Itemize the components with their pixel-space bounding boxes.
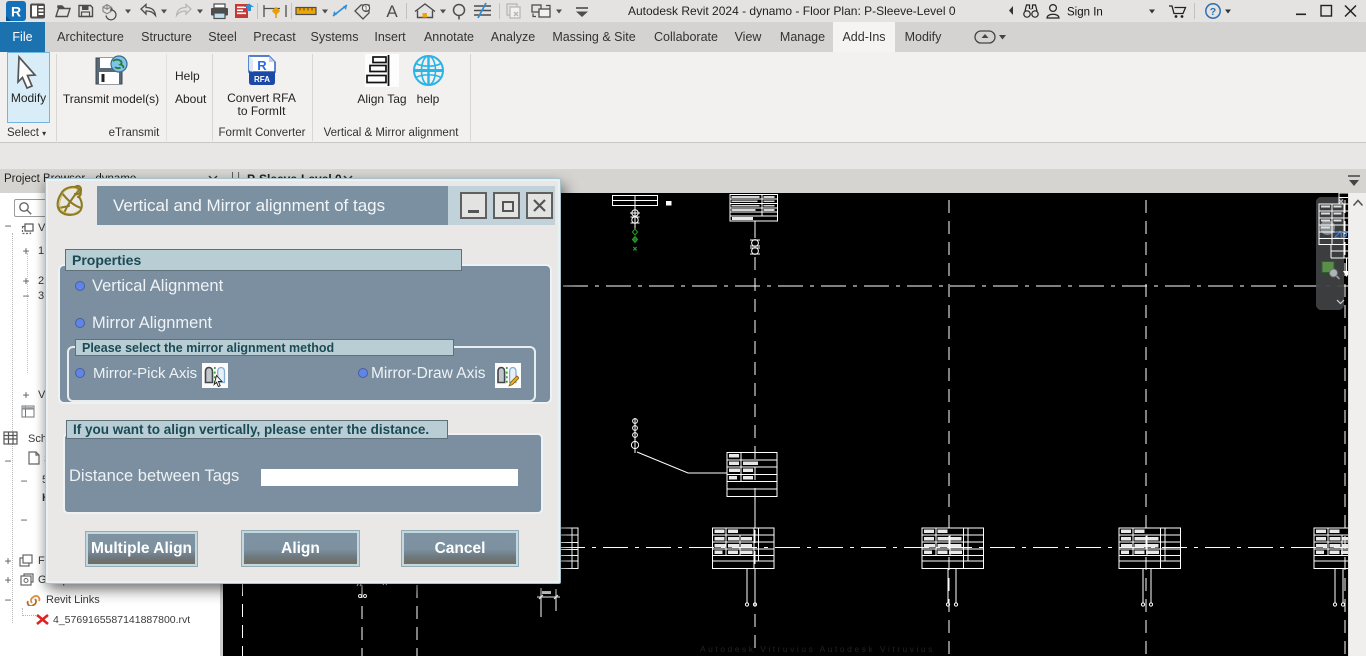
svg-text:Sign In: Sign In	[1067, 7, 1103, 19]
svg-text:R: R	[11, 4, 21, 20]
svg-text:1: 1	[364, 6, 368, 13]
svg-text:?: ?	[1210, 6, 1216, 18]
svg-text:2D: 2D	[1334, 229, 1348, 241]
svg-text:R: R	[257, 58, 267, 73]
svg-text:A: A	[386, 2, 398, 21]
svg-text:RFA: RFA	[254, 75, 270, 84]
svg-text:Autodesk Vitruvius Autode: Autodesk Vitruvius Autodesk Vitruvius	[700, 644, 935, 654]
